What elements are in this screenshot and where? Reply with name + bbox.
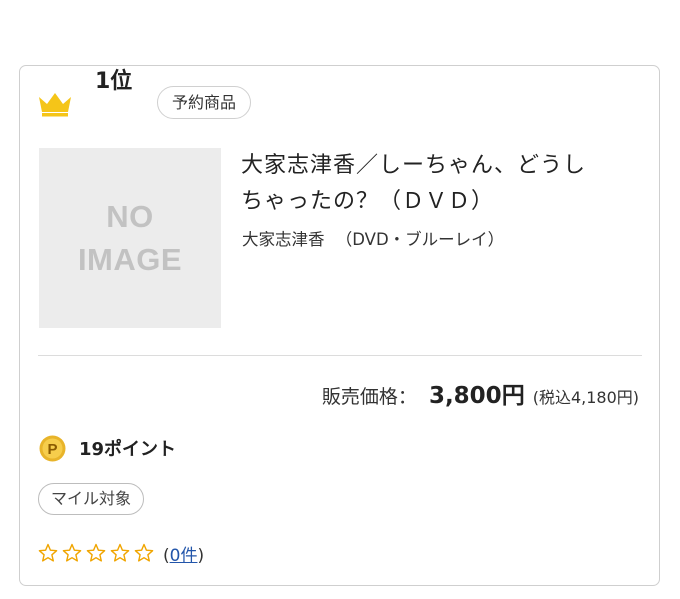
price-value: 3,800円 bbox=[428, 383, 525, 409]
divider bbox=[38, 355, 642, 356]
product-title[interactable]: 大家志津香／しーちゃん、どうし ちゃったの？（ＤＶＤ） bbox=[241, 148, 641, 220]
star-rating bbox=[38, 543, 158, 563]
mile-eligible-badge: マイル対象 bbox=[38, 483, 145, 515]
price-row: 販売価格： 3,800円 (税込4,180円) bbox=[322, 376, 639, 410]
category-label: （DVD・ブルーレイ） bbox=[335, 230, 505, 249]
price-label: 販売価格： bbox=[321, 386, 417, 408]
crown-icon bbox=[39, 93, 71, 117]
rank-indicator bbox=[38, 88, 72, 120]
rating-row: (0件) bbox=[38, 540, 204, 566]
review-count: (0件) bbox=[163, 541, 204, 566]
preorder-badge: 予約商品 bbox=[157, 86, 252, 119]
points-coin-icon: P bbox=[39, 435, 66, 461]
no-image-text-line1: NO bbox=[106, 199, 154, 234]
star-empty-icon bbox=[86, 543, 106, 562]
price-tax-included: (税込4,180円) bbox=[532, 388, 639, 407]
product-subtitle: 大家志津香 （DVD・ブルーレイ） bbox=[242, 228, 504, 252]
points-label: 19ポイント bbox=[79, 439, 177, 460]
no-image-text-line2: IMAGE bbox=[77, 242, 183, 277]
star-empty-icon bbox=[62, 543, 82, 562]
svg-text:P: P bbox=[47, 441, 57, 458]
star-empty-icon bbox=[110, 543, 130, 562]
review-close-paren: ) bbox=[197, 545, 205, 566]
product-title-line2: ちゃったの？（ＤＶＤ） bbox=[241, 189, 495, 214]
rank-label: 1位 bbox=[95, 69, 133, 94]
star-empty-icon bbox=[38, 543, 58, 562]
points-row: P 19ポイント bbox=[39, 433, 176, 463]
review-count-link[interactable]: 0件 bbox=[170, 546, 198, 566]
product-title-line1: 大家志津香／しーちゃん、どうし bbox=[241, 153, 587, 178]
artist-name: 大家志津香 bbox=[242, 230, 325, 249]
product-card: 1位 予約商品 NO IMAGE 大家志津香／しーちゃん、どうし ちゃったの？（… bbox=[19, 65, 660, 586]
review-open-paren: ( bbox=[163, 545, 170, 566]
star-empty-icon bbox=[134, 543, 154, 562]
product-image-placeholder[interactable]: NO IMAGE bbox=[39, 148, 221, 328]
